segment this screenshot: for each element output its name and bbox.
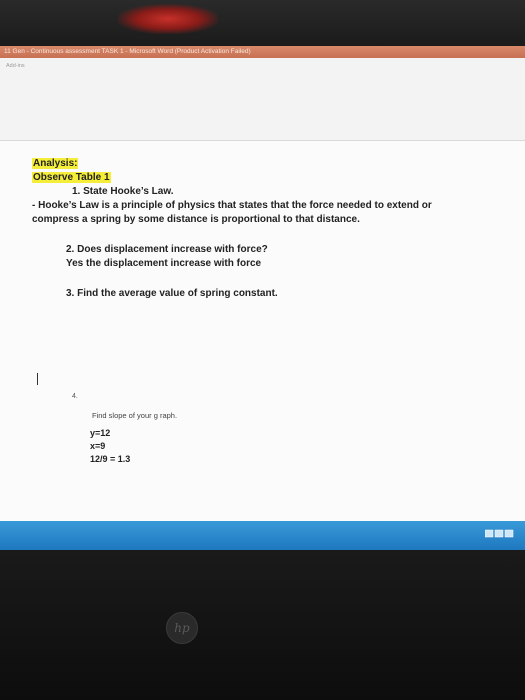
answer-2: Yes the displacement increase with force (66, 258, 262, 269)
question-4-text: Find slope of your g raph. (92, 411, 178, 420)
answer-1-line-2: compress a spring by some distance is pr… (32, 214, 360, 225)
calc-result: 12/9 = 1.3 (90, 454, 131, 464)
window-titlebar: 11 Gen - Continuous assessment TASK 1 - … (0, 46, 525, 58)
slope-calculation: y=12 x=9 12/9 = 1.3 (90, 427, 130, 466)
reflection-glare (118, 4, 218, 34)
heading-analysis: Analysis: (32, 158, 79, 169)
taskbar (0, 521, 525, 550)
text-cursor (37, 373, 38, 385)
question-3: 3. Find the average value of spring cons… (66, 288, 278, 299)
system-tray-icons[interactable] (484, 529, 519, 541)
ribbon-tab-add-ins[interactable]: Add-ins (6, 63, 25, 69)
calc-y-value: y=12 (90, 428, 111, 438)
laptop-top-bezel (0, 0, 525, 46)
laptop-bottom-bezel: hp (0, 550, 525, 700)
question-2: 2. Does displacement increase with force… (66, 244, 268, 255)
tray-icons (484, 529, 514, 538)
document-page[interactable]: Analysis: Observe Table 1 1. State Hooke… (0, 141, 525, 521)
hp-logo: hp (166, 612, 198, 644)
heading-observe-table: Observe Table 1 (32, 172, 111, 183)
laptop-screen: 11 Gen - Continuous assessment TASK 1 - … (0, 46, 525, 550)
document-body[interactable]: Analysis: Observe Table 1 1. State Hooke… (32, 157, 492, 301)
answer-1-line-1: - Hooke’s Law is a principle of physics … (32, 200, 432, 211)
window-title: 11 Gen - Continuous assessment TASK 1 - … (4, 48, 251, 55)
question-1: 1. State Hooke’s Law. (72, 186, 174, 197)
question-4-number: 4. (72, 393, 78, 400)
calc-x-value: x=9 (90, 441, 106, 451)
ribbon-toolbar: Add-ins (0, 58, 525, 141)
